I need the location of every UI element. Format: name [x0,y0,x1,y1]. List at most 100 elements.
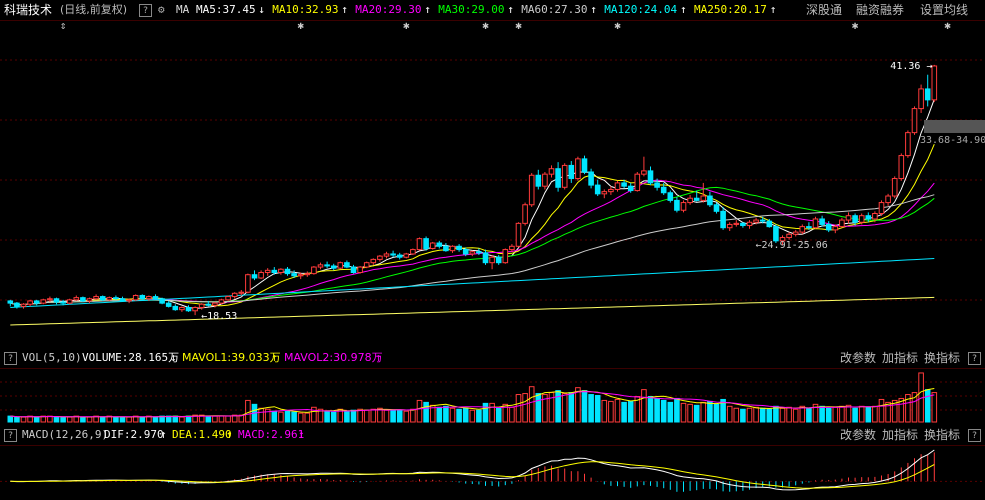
candle-body [515,222,522,247]
candle-body [132,294,139,301]
candle-body [113,297,119,300]
candle-84 [561,163,568,190]
event-marker-4: ✱ [515,21,522,32]
macd-arrow: ↑ [298,428,305,441]
volume-bar-61 [410,408,416,423]
volume-bar-121 [806,407,812,423]
candle-33 [225,295,231,301]
volume-arrow: ↓ [170,351,177,364]
candle-46 [311,265,317,275]
volume-chart[interactable] [0,369,985,424]
candle-86 [575,156,581,181]
cursor-range-label: 33.68-34.90 [920,135,985,146]
volume-bar-85 [568,392,575,423]
macd-edit-params-button[interactable]: 改参数 [840,429,876,441]
candle-80 [535,169,542,190]
volume-bar-45 [304,412,311,423]
volume-bar-0 [7,415,14,423]
macd-chart[interactable] [0,446,985,500]
candle-body [423,238,429,249]
candle-body [284,268,291,275]
candle-9 [66,298,73,305]
candle-2 [20,303,27,309]
volume-bar-124 [825,407,832,423]
help-icon[interactable]: ? [139,4,152,17]
candlestick-chart[interactable]: ⇕ ✱ ✱ ✱ ✱ ✱ ✱ ✱ 41.36 → ←18.53 ←24.91-25.06 33.68-3… [0,21,985,347]
candle-body [674,199,680,211]
candle-body [350,266,357,274]
volume-bar-132 [878,398,885,423]
macd-close-icon[interactable]: ? [968,429,981,442]
candle-body [647,170,654,184]
candle-122 [812,216,819,229]
volume-bar-73 [489,402,495,423]
volume-bar-104 [693,404,700,423]
volume-add-indicator-button[interactable]: 加指标 [882,352,918,364]
margin-trading-button[interactable]: 融资融券 [856,4,904,16]
ma-settings-button[interactable]: 设置均线 [920,4,968,16]
candle-body [852,215,858,223]
volume-help-icon[interactable]: ? [4,352,17,365]
candle-112 [746,220,753,229]
candle-body [489,256,495,264]
ma-indicator-arrow-2: ↑ [424,3,431,16]
candle-body [410,249,416,255]
candle-133 [885,193,891,206]
volume-switch-indicator-button[interactable]: 换指标 [924,352,960,364]
volume-bar-114 [759,407,766,423]
candle-42 [284,267,291,276]
candle-body [179,306,185,311]
volume-bar-31 [212,415,218,423]
low-price-label: ←18.53 [201,311,237,322]
candle-body [568,164,575,180]
period-label[interactable]: (日线,前复权) [60,4,127,16]
ma-indicator-3: MA30:29.00 [438,3,505,16]
candle-body [720,210,726,229]
candle-body [264,269,271,274]
candle-45 [304,271,311,277]
volume-bar-63 [423,401,429,423]
volume-bar-72 [482,402,489,423]
candle-body [555,168,561,188]
candle-14 [99,295,106,301]
volume-bar-103 [687,403,693,423]
candle-body [278,268,284,274]
candle-body [231,292,238,298]
candle-body [740,222,746,227]
candle-36 [245,273,251,294]
candle-138 [918,84,924,113]
shenzhen-connect-button[interactable]: 深股通 [806,4,842,16]
ma-indicator-arrow-4: ↑ [590,3,597,16]
candle-body [198,303,205,308]
macd-help-icon[interactable]: ? [4,429,17,442]
candle-body [522,204,528,224]
stock-title[interactable]: 科瑞技术 [4,4,52,16]
dea-arrow: ↑ [226,428,233,441]
ma-indicator-2: MA20:29.30 [355,3,422,16]
volume-edit-params-button[interactable]: 改参数 [840,352,876,364]
candle-body [146,296,152,300]
candle-101 [674,197,680,213]
macd-add-indicator-button[interactable]: 加指标 [882,429,918,441]
gear-icon[interactable]: ⚙ [158,4,165,16]
volume-bar-127 [845,404,852,423]
volume-bar-89 [594,395,601,423]
volume-header-bar: ? VOL(5,10) VOLUME:28.165万 ↓ MAVOL1:39.0… [0,348,985,369]
candle-130 [865,212,872,223]
volume-bar-16 [113,416,119,423]
candle-body [443,245,449,252]
candle-35 [238,290,245,296]
candle-body [905,132,911,157]
volume-bar-84 [561,393,568,423]
candle-135 [898,153,905,181]
macd-switch-indicator-button[interactable]: 换指标 [924,429,960,441]
candle-body [535,174,542,187]
candle-body [225,296,231,301]
candle-body [47,298,53,301]
candle-57 [383,251,390,259]
volume-close-icon[interactable]: ? [968,352,981,365]
candle-105 [700,182,707,203]
candle-107 [713,202,720,214]
candle-body [126,299,132,302]
candle-body [469,251,476,255]
